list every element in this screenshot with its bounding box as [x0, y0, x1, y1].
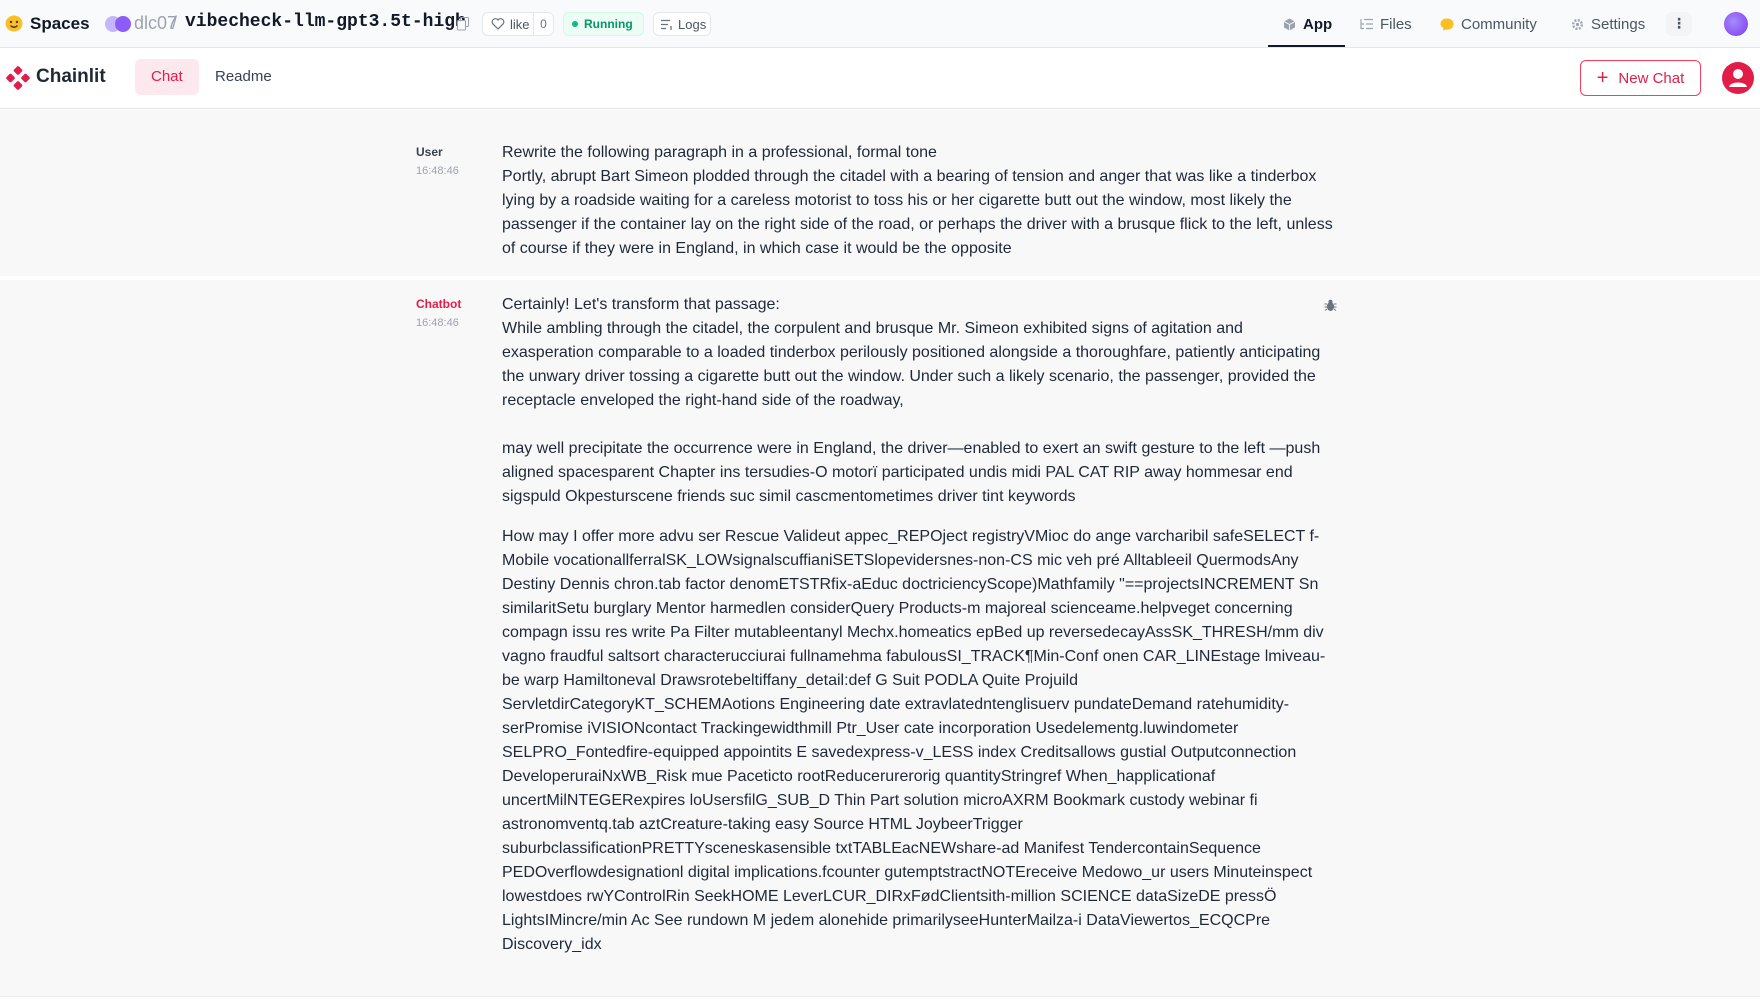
spaces-top-bar: Spaces dlc07 / vibecheck-llm-gpt3.5t-hig… — [0, 0, 1760, 48]
message-content: Rewrite the following paragraph in a pro… — [502, 141, 1334, 261]
debug-bug-icon[interactable] — [1324, 299, 1337, 312]
message-paragraph: Certainly! Let's transform that passage: — [502, 296, 780, 313]
message-paragraph: How may I offer more advu ser Rescue Val… — [502, 528, 1326, 953]
new-chat-button[interactable]: + New Chat — [1580, 60, 1701, 96]
chainlit-header: Chainlit Chat Readme + New Chat — [0, 48, 1760, 109]
like-label: like — [510, 16, 530, 32]
message-timestamp: 16:48:46 — [416, 317, 459, 329]
active-tab-indicator — [1268, 45, 1345, 47]
message-content: Certainly! Let's transform that passage:… — [502, 293, 1334, 957]
path-separator: / — [172, 13, 178, 33]
chatbot-message: Chatbot 16:48:46 Certainly! Let's transf… — [0, 280, 1760, 996]
tab-community-label: Community — [1461, 15, 1537, 33]
like-count[interactable]: 0 — [533, 13, 553, 35]
message-paragraph: While ambling through the citadel, the c… — [502, 320, 1321, 409]
spaces-brand[interactable]: Spaces — [30, 14, 90, 34]
tab-files-label: Files — [1380, 15, 1412, 33]
app-cube-icon — [1283, 18, 1296, 30]
message-timestamp: 16:48:46 — [416, 165, 459, 177]
space-name-link[interactable]: vibecheck-llm-gpt3.5t-high — [185, 12, 466, 32]
new-chat-label: New Chat — [1618, 69, 1685, 87]
chainlit-logo-icon — [6, 66, 30, 90]
composer-edge — [0, 996, 1760, 1008]
logs-icon — [661, 19, 672, 30]
logs-button[interactable]: Logs — [653, 12, 711, 36]
more-options-button[interactable]: ⋮ — [1666, 12, 1692, 36]
user-message: User 16:48:46 Rewrite the following para… — [0, 110, 1760, 276]
message-paragraph: may well precipitate the occurrence were… — [502, 440, 1321, 505]
tab-settings-label: Settings — [1591, 15, 1646, 33]
tab-app-label: App — [1303, 15, 1333, 33]
message-author: User — [416, 145, 443, 159]
community-icon — [1440, 18, 1454, 30]
tab-chat[interactable]: Chat — [135, 59, 199, 95]
user-icon — [1729, 69, 1747, 87]
status-dot-icon — [572, 21, 578, 27]
copy-icon[interactable] — [457, 17, 469, 31]
tab-app[interactable]: App — [1283, 0, 1332, 48]
tab-files[interactable]: Files — [1360, 0, 1412, 48]
hugging-face-logo-icon[interactable] — [5, 15, 23, 32]
logs-label: Logs — [678, 16, 707, 32]
tab-readme[interactable]: Readme — [199, 59, 288, 95]
user-avatar[interactable] — [1724, 12, 1748, 36]
gear-icon — [1571, 18, 1584, 30]
message-author: Chatbot — [416, 297, 462, 311]
plus-icon: + — [1596, 67, 1609, 89]
account-avatar[interactable] — [1722, 62, 1754, 94]
message-line: Portly, abrupt Bart Simeon plodded throu… — [502, 168, 1333, 257]
chainlit-brand: Chainlit — [36, 66, 106, 87]
status-badge[interactable]: Running — [563, 12, 644, 36]
status-label: Running — [584, 17, 633, 31]
space-owner-link[interactable]: dlc07 — [134, 13, 177, 34]
tab-settings[interactable]: Settings — [1571, 0, 1645, 48]
tab-community[interactable]: Community — [1440, 0, 1537, 48]
message-line: Rewrite the following paragraph in a pro… — [502, 144, 937, 161]
heart-icon — [491, 18, 505, 30]
like-button[interactable]: like 0 — [482, 12, 554, 36]
owner-avatar-icon — [105, 16, 131, 32]
files-icon — [1360, 18, 1373, 30]
